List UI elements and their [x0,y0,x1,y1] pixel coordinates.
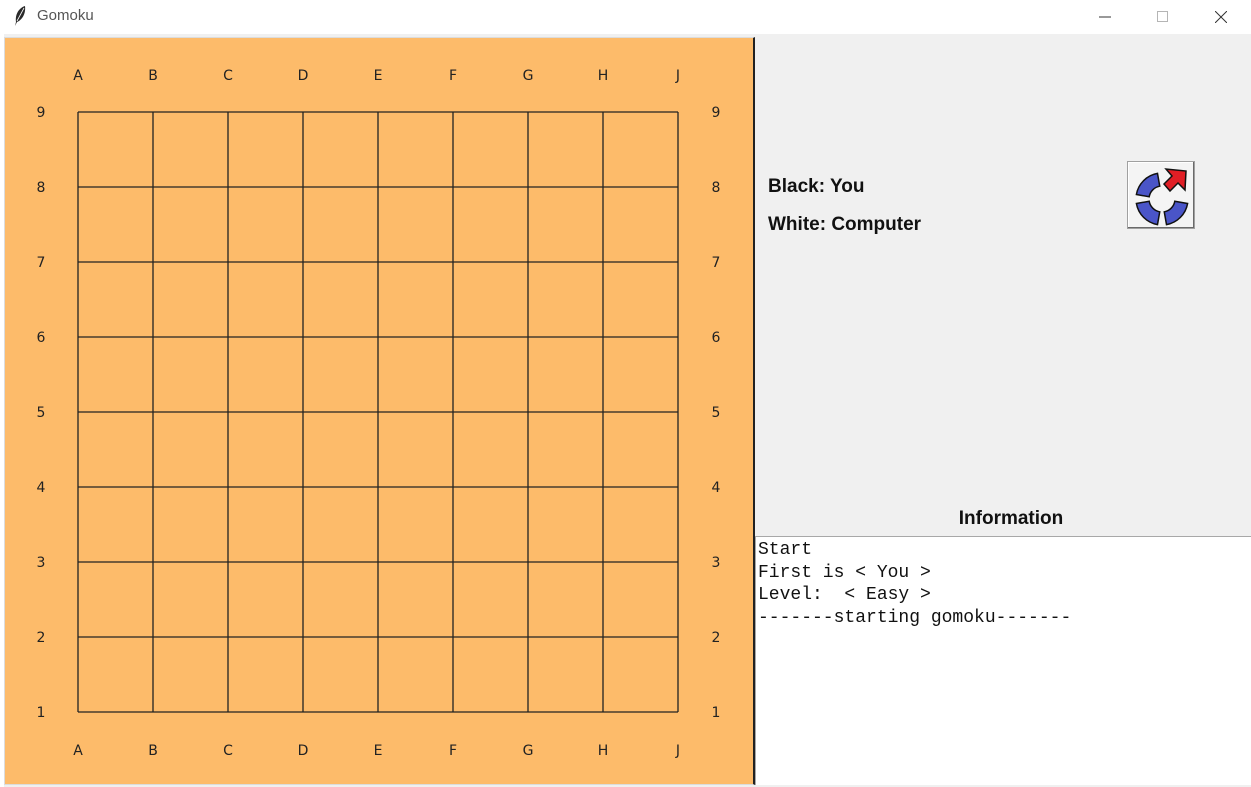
column-label-top: E [374,68,383,84]
row-label-left: 5 [37,405,46,421]
game-board[interactable]: A A B B C C D D E E F F G G H H J J 9 9 8 8 7 7 6 6 5 5 4 4 3 3 2 2 1 1 [4,37,755,785]
column-label-bottom: B [148,743,158,759]
information-line: Level: < Easy > [758,585,931,606]
close-icon [1215,11,1227,23]
feather-icon [15,6,26,26]
white-player-label: White: Computer [768,214,922,235]
column-label-bottom: J [675,743,680,759]
row-label-right: 1 [712,705,721,721]
column-label-top: F [449,68,457,84]
row-label-right: 8 [712,180,721,196]
column-label-top: H [598,68,609,84]
minimize-button[interactable] [1076,0,1134,34]
row-label-right: 5 [712,405,721,421]
black-player-label: Black: You [768,176,865,197]
information-log[interactable]: Start First is < You > Level: < Easy > ----… [755,536,1251,785]
column-label-top: C [223,68,233,84]
restart-segment [1163,200,1189,226]
row-label-right: 6 [712,330,721,346]
row-label-left: 9 [37,105,46,121]
information-line: -------starting gomoku------- [758,608,1072,629]
restart-arrow-icon [1135,168,1189,226]
row-label-left: 6 [37,330,46,346]
column-label-bottom: C [223,743,233,759]
restart-arrow [1162,168,1187,193]
minimize-icon [1099,16,1111,18]
column-label-bottom: F [449,743,457,759]
title-bar: Gomoku [0,0,1251,34]
column-label-bottom: H [598,743,609,759]
row-label-left: 3 [37,555,46,571]
row-label-left: 8 [37,180,46,196]
row-label-left: 1 [37,705,46,721]
row-label-right: 7 [712,255,721,271]
row-label-left: 7 [37,255,46,271]
row-label-right: 9 [712,105,721,121]
column-label-bottom: D [298,743,309,759]
restart-segment [1135,200,1161,226]
row-label-left: 2 [37,630,46,646]
column-label-bottom: G [523,743,534,759]
row-label-right: 2 [712,630,721,646]
column-label-top: A [73,68,83,84]
column-label-top: B [148,68,158,84]
board-grid[interactable]: A A B B C C D D E E F F G G H H J J 9 9 8 8 7 7 6 6 5 5 4 4 3 3 2 2 1 1 [5,38,753,784]
window-title: Gomoku [37,7,94,24]
row-label-right: 4 [712,480,721,496]
column-label-bottom: E [374,743,383,759]
column-label-bottom: A [73,743,83,759]
restart-segment [1135,172,1161,198]
close-button[interactable] [1192,0,1250,34]
maximize-icon [1157,11,1168,22]
restart-button[interactable] [1127,161,1195,229]
information-line: First is < You > [758,562,931,583]
row-label-right: 3 [712,555,721,571]
column-label-top: D [298,68,309,84]
column-label-top: G [523,68,534,84]
row-label-left: 4 [37,480,46,496]
maximize-button[interactable] [1134,0,1192,34]
information-heading: Information [958,508,1064,529]
column-label-top: J [675,68,680,84]
information-line: Start [758,540,813,560]
